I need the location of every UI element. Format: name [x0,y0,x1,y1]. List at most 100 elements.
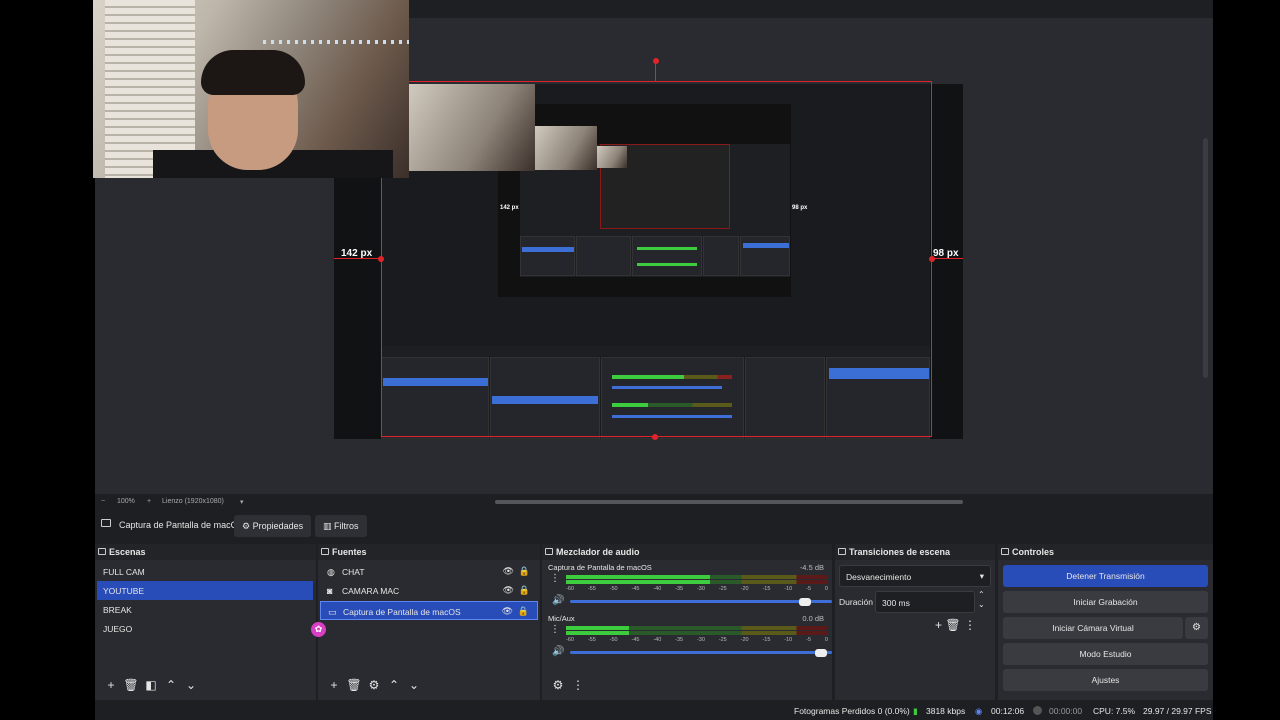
filters-button[interactable]: ▥ Filtros [315,515,367,537]
tick-label: -45 [631,586,640,592]
scene-item-juego[interactable]: JUEGO [97,619,313,638]
volume-slider-knob[interactable] [799,597,812,606]
rotate-handle[interactable] [653,58,659,64]
studio-mode-button[interactable]: Modo Estudio [1003,643,1208,665]
tick-label: -15 [762,637,771,643]
volume-meter [566,626,828,630]
scene-item-break[interactable]: BREAK [97,600,313,619]
filters-label: Filtros [334,521,359,531]
stop-streaming-button[interactable]: Detener Transmisión [1003,565,1208,587]
tick-label: -25 [718,586,727,592]
scenes-title-label: Escenas [109,547,146,557]
record-icon [1033,706,1042,715]
sources-title: Fuentes [318,544,540,560]
scenes-dock: Escenas FULL CAM YOUTUBE BREAK JUEGO + 🗑 ◧… [95,544,316,700]
dropped-frames: Fotogramas Perdidos 0 (0.0%) [794,706,910,716]
transitions-dock: Transiciones de escena Desvanecimiento ▾… [835,544,995,700]
move-up-icon[interactable]: ⌃ [161,678,181,692]
zoom-level: 100% [117,498,135,505]
more-vertical-icon[interactable]: ⋮ [568,678,588,692]
transition-select[interactable]: Desvanecimiento ▾ [839,565,991,587]
canvas-bar: − 100% + Lienzo (1920x1080) ▾ [95,494,1213,510]
scene-item-full-cam[interactable]: FULL CAM [97,562,313,581]
volume-slider-knob[interactable] [814,648,827,657]
meter-ticks: -60 -55 -50 -45 -40 -35 -30 -25 -20 -15 -10 -5 0 [566,637,828,643]
tick-label: -45 [631,637,640,643]
tick-label: 0 [824,637,828,643]
properties-button[interactable]: ⚙ Propiedades [234,515,312,537]
move-down-icon[interactable]: ⌄ [181,678,201,692]
stepper-up-icon[interactable]: ⌃ [978,590,985,599]
webcam-overlay[interactable] [93,0,409,178]
mixer-title-label: Mezclador de audio [556,547,640,557]
add-source-icon[interactable]: + [324,678,344,692]
virtual-camera-settings-icon[interactable]: ⚙ [1185,617,1208,639]
duration-input[interactable]: 300 ms [875,591,975,613]
rotate-stem [655,62,656,82]
remove-source-icon[interactable]: 🗑 [344,678,364,692]
more-vertical-icon[interactable]: ⋮ [964,618,976,632]
scene-item-youtube[interactable]: YOUTUBE [97,581,313,600]
tick-label: -55 [587,586,596,592]
speaker-icon[interactable]: 🔊 [552,646,564,657]
transitions-title: Transiciones de escena [835,544,995,560]
advanced-audio-icon[interactable]: ⚙ [548,678,568,692]
zoom-out-button[interactable]: − [101,498,105,505]
cpu-usage: CPU: 7.5% [1093,706,1136,716]
stepper-down-icon[interactable]: ⌄ [978,600,985,609]
mixer-title: Mezclador de audio [542,544,832,560]
mixer-toolbar: ⚙ ⋮ [548,678,588,696]
source-settings-icon[interactable]: ⚙ [364,678,384,692]
left-handle[interactable] [378,256,384,262]
scene-filters-icon[interactable]: ◧ [141,678,161,692]
preview-horizontal-scrollbar[interactable] [495,500,963,504]
tick-label: -40 [653,637,662,643]
speaker-icon[interactable]: 🔊 [552,595,564,606]
mixer-channel-mic: Mic/Aux 0.0 dB ⋮ -60 -55 -50 -45 -40 -35 -30 -2… [548,614,832,664]
eye-icon[interactable]: 👁 [503,566,514,577]
add-transition-icon[interactable]: + [935,618,942,632]
fps: 29.97 / 29.97 FPS [1143,706,1212,716]
settings-button[interactable]: Ajustes [1003,669,1208,691]
tick-label: -20 [740,637,749,643]
more-vertical-icon[interactable]: ⋮ [550,573,560,584]
source-item-screen-capture[interactable]: ▭ Captura de Pantalla de macOS 👁 🔒 [320,601,538,620]
tick-label: -60 [566,637,574,643]
more-vertical-icon[interactable]: ⋮ [550,624,560,635]
volume-slider[interactable] [570,597,832,606]
source-item-chat[interactable]: ◍ CHAT 👁 🔒 [320,562,538,581]
tick-label: -35 [675,637,684,643]
remove-scene-icon[interactable]: 🗑 [121,678,141,692]
tick-label: -5 [806,586,811,592]
lock-icon[interactable]: 🔒 [518,606,529,617]
tick-label: -50 [609,637,618,643]
tick-label: -30 [696,586,705,592]
start-recording-button[interactable]: Iniciar Grabación [1003,591,1208,613]
eye-icon[interactable]: 👁 [502,606,513,617]
scenes-title: Escenas [95,544,316,560]
zoom-in-button[interactable]: + [147,498,151,505]
inner-left-crop-label: 142 px [500,205,519,211]
volume-slider[interactable] [570,648,832,657]
browser-icon: ◍ [327,567,335,577]
lock-icon[interactable]: 🔒 [519,585,530,596]
dock-icon [545,548,553,555]
remove-transition-icon[interactable]: 🗑 [945,618,960,632]
add-scene-icon[interactable]: + [101,678,121,692]
eye-icon[interactable]: 👁 [503,585,514,596]
source-label: CAMARA MAC [342,586,400,596]
channel-name: Mic/Aux [548,614,575,623]
gear-icon: ⚙ [242,521,251,531]
lock-icon[interactable]: 🔒 [519,566,530,577]
move-down-icon[interactable]: ⌄ [404,678,424,692]
start-virtual-camera-button[interactable]: Iniciar Cámara Virtual [1003,617,1183,639]
nested-webcam-1 [409,84,535,171]
selected-source-name: Captura de Pantalla de macC [119,520,238,530]
dock-icon [321,548,329,555]
move-up-icon[interactable]: ⌃ [384,678,404,692]
webcam-lights [263,40,409,44]
preview-vertical-scrollbar[interactable] [1203,138,1208,378]
bottom-handle[interactable] [652,434,658,440]
source-item-camara-mac[interactable]: ◙ CAMARA MAC 👁 🔒 [320,581,538,600]
chevron-down-icon[interactable]: ▾ [240,498,244,506]
